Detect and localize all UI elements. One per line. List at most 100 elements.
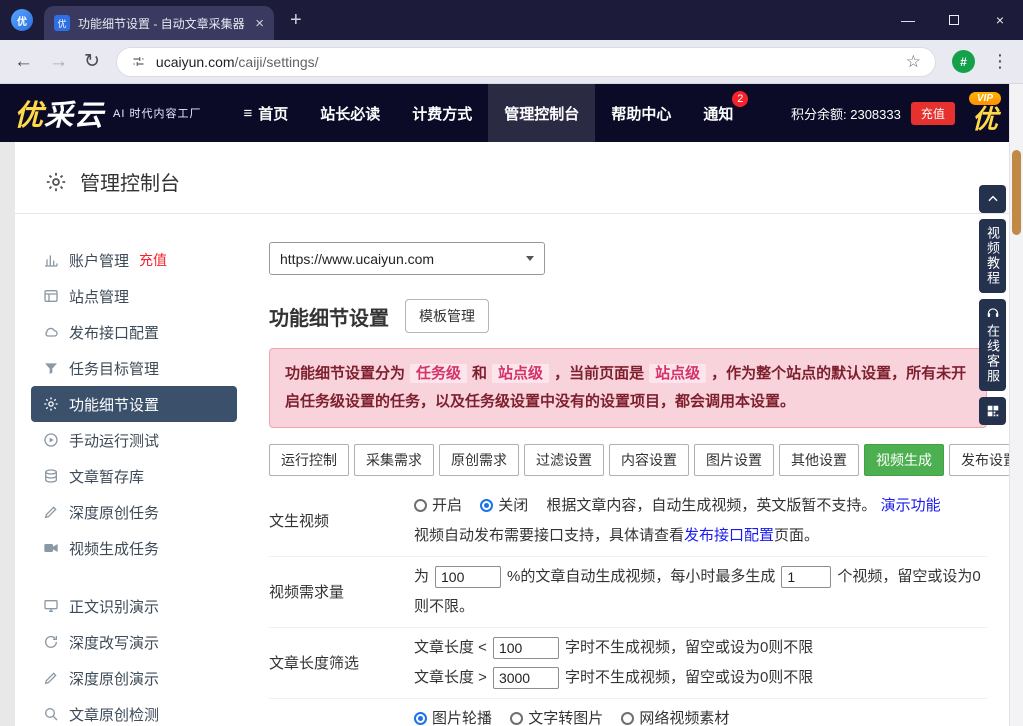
- radio-label: 图片轮播: [432, 710, 492, 726]
- row1-description: 根据文章内容，自动生成视频，英文版暂不支持。: [546, 497, 876, 514]
- radio-option-off[interactable]: 关闭: [480, 497, 528, 514]
- radio-option-image-carousel[interactable]: 图片轮播: [414, 710, 492, 726]
- row1-line2-tail: 页面。: [774, 527, 819, 544]
- radio-label: 网络视频素材: [639, 710, 729, 726]
- reload-button[interactable]: ↻: [84, 52, 100, 71]
- sidebar-recharge-link[interactable]: 充值: [139, 250, 167, 270]
- sidebar-item-label: 深度改写演示: [69, 632, 159, 653]
- vip-badge[interactable]: VIP 优: [969, 92, 1001, 134]
- tab-other[interactable]: 其他设置: [779, 444, 859, 476]
- row3-line2: 文章长度 >字时不生成视频，留空或设为0则不限: [414, 663, 987, 693]
- site-settings-icon[interactable]: [131, 54, 146, 69]
- tab-close-icon[interactable]: ×: [255, 15, 264, 32]
- max-length-input[interactable]: [493, 667, 559, 689]
- window-controls: — ×: [885, 0, 1023, 40]
- radio-icon[interactable]: [510, 712, 523, 725]
- page-scrollbar[interactable]: [1009, 84, 1023, 726]
- browser-menu-icon[interactable]: ⋮: [991, 51, 1009, 72]
- radio-icon[interactable]: [621, 712, 634, 725]
- scrollbar-thumb[interactable]: [1012, 150, 1021, 235]
- back-button[interactable]: ←: [14, 52, 33, 71]
- sidebar-item-task-targets[interactable]: 任务目标管理: [31, 350, 237, 386]
- sidebar-item-deep-original-task[interactable]: 深度原创任务: [31, 494, 237, 530]
- nav-item-must-read[interactable]: 站长必读: [304, 84, 396, 142]
- hourly-max-input[interactable]: [781, 566, 831, 588]
- nav-label: 计费方式: [412, 103, 472, 124]
- browser-app-icon[interactable]: 优: [11, 9, 33, 31]
- row-content: 为%的文章自动生成视频，每小时最多生成个视频，留空或设为0则不限。: [414, 562, 987, 622]
- browser-tab[interactable]: 优 功能细节设置 - 自动文章采集器 ×: [44, 6, 274, 40]
- maximize-button[interactable]: [931, 0, 977, 40]
- min-length-input[interactable]: [493, 637, 559, 659]
- sidebar-item-label: 站点管理: [69, 286, 129, 307]
- row-label: 文生视频: [269, 510, 414, 531]
- form-row-video-demand: 视频需求量 为%的文章自动生成视频，每小时最多生成个视频，留空或设为0则不限。: [269, 557, 987, 628]
- sidebar-item-publish-api[interactable]: 发布接口配置: [31, 314, 237, 350]
- sidebar-item-account[interactable]: 账户管理 充值: [31, 242, 237, 278]
- radio-icon-checked[interactable]: [414, 712, 427, 725]
- site-level-tag: 站点级: [492, 364, 549, 383]
- tab-image[interactable]: 图片设置: [694, 444, 774, 476]
- radio-option-web-video[interactable]: 网络视频素材: [621, 710, 729, 726]
- tab-video-gen[interactable]: 视频生成: [864, 444, 944, 476]
- radio-option-text-to-image[interactable]: 文字转图片: [510, 710, 603, 726]
- sidebar-item-manual-test[interactable]: 手动运行测试: [31, 422, 237, 458]
- tab-filter[interactable]: 过滤设置: [524, 444, 604, 476]
- sidebar-item-originality-check[interactable]: 文章原创检测: [31, 696, 237, 726]
- address-bar[interactable]: ucaiyun.com/caiji/settings/ ☆: [116, 47, 936, 77]
- sidebar-item-sites[interactable]: 站点管理: [31, 278, 237, 314]
- tab-title: 功能细节设置 - 自动文章采集器: [78, 15, 247, 32]
- row-label: 文章长度筛选: [269, 652, 414, 673]
- nav-item-notifications[interactable]: 通知2: [687, 84, 749, 142]
- new-tab-button[interactable]: +: [290, 9, 302, 32]
- funnel-icon: [43, 360, 59, 376]
- publish-api-link[interactable]: 发布接口配置: [684, 527, 774, 544]
- back-to-top-button[interactable]: [979, 185, 1006, 213]
- recharge-button[interactable]: 充值: [911, 102, 955, 125]
- tab-content[interactable]: 内容设置: [609, 444, 689, 476]
- site-logo[interactable]: 优采云: [14, 92, 104, 134]
- tab-publish[interactable]: 发布设置: [949, 444, 1009, 476]
- nav-item-admin-console[interactable]: 管理控制台: [488, 84, 595, 142]
- chevron-down-icon: [526, 256, 534, 261]
- main-panel: https://www.ucaiyun.com 功能细节设置 模板管理 功能细节…: [269, 242, 987, 726]
- minimize-button[interactable]: —: [885, 0, 931, 40]
- database-icon: [43, 468, 59, 484]
- radio-option-on[interactable]: 开启: [414, 497, 462, 514]
- video-tutorial-widget[interactable]: 视频教程: [979, 219, 1006, 293]
- form-row-video-mode: 图片轮播 文字转图片 网络视频素材 720p积分消耗: 20积分/分钟；1080…: [269, 699, 987, 726]
- percent-input[interactable]: [435, 566, 501, 588]
- site-level-tag: 站点级: [649, 364, 706, 383]
- sidebar-item-original-demo[interactable]: 深度原创演示: [31, 660, 237, 696]
- browser-toolbar: ← → ↻ ucaiyun.com/caiji/settings/ ☆ # ⋮: [0, 40, 1023, 84]
- radio-icon-checked[interactable]: [480, 499, 493, 512]
- extension-icon[interactable]: #: [952, 50, 975, 73]
- online-service-widget[interactable]: 在线客服: [979, 299, 1006, 391]
- row2-text: %的文章自动生成视频，每小时最多生成: [507, 568, 775, 585]
- sidebar-item-article-store[interactable]: 文章暂存库: [31, 458, 237, 494]
- nav-item-help-center[interactable]: 帮助中心: [595, 84, 687, 142]
- sidebar-item-rewrite-demo[interactable]: 深度改写演示: [31, 624, 237, 660]
- nav-item-pricing[interactable]: 计费方式: [396, 84, 488, 142]
- qr-code-widget[interactable]: [979, 397, 1006, 425]
- close-button[interactable]: ×: [977, 0, 1023, 40]
- sidebar-item-feature-settings[interactable]: 功能细节设置: [31, 386, 237, 422]
- url-text[interactable]: ucaiyun.com/caiji/settings/: [156, 54, 896, 70]
- tab-collect[interactable]: 采集需求: [354, 444, 434, 476]
- nav-item-home[interactable]: ≡首页: [227, 84, 304, 142]
- logo-rest: 采云: [44, 100, 104, 132]
- sidebar-item-text-recognition-demo[interactable]: 正文识别演示: [31, 588, 237, 624]
- form-row-length-filter: 文章长度筛选 文章长度 <字时不生成视频，留空或设为0则不限 文章长度 >字时不…: [269, 628, 987, 699]
- bookmark-star-icon[interactable]: ☆: [906, 52, 921, 72]
- list-icon: ≡: [243, 105, 252, 122]
- alert-text: ，当前页面是: [554, 365, 644, 382]
- template-manage-button[interactable]: 模板管理: [405, 299, 489, 333]
- site-select[interactable]: https://www.ucaiyun.com: [269, 242, 545, 275]
- tab-original[interactable]: 原创需求: [439, 444, 519, 476]
- forward-button[interactable]: →: [49, 52, 68, 71]
- sidebar-item-video-task[interactable]: 视频生成任务: [31, 530, 237, 566]
- radio-icon[interactable]: [414, 499, 427, 512]
- pencil-icon: [43, 504, 59, 520]
- demo-feature-link[interactable]: 演示功能: [881, 497, 941, 514]
- tab-run-control[interactable]: 运行控制: [269, 444, 349, 476]
